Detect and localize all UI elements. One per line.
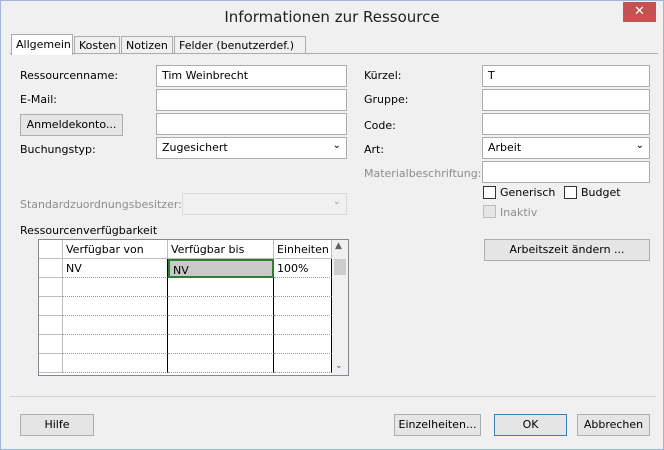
resource-name-label: Ressourcenname: bbox=[20, 69, 119, 82]
resource-info-dialog: Informationen zur Ressource ✕ Allgemein … bbox=[0, 0, 664, 450]
help-button[interactable]: Hilfe bbox=[20, 414, 94, 436]
row-header[interactable] bbox=[39, 354, 63, 373]
resource-name-input[interactable]: Tim Weinbrecht bbox=[156, 65, 347, 87]
cell-units[interactable] bbox=[274, 278, 332, 297]
booking-type-select[interactable]: Zugesichert ⌄ bbox=[156, 137, 347, 159]
cell-to[interactable] bbox=[168, 297, 274, 316]
row-header[interactable] bbox=[39, 259, 63, 278]
generic-checkbox[interactable] bbox=[483, 186, 496, 199]
table-row[interactable] bbox=[39, 354, 332, 373]
email-label: E-Mail: bbox=[20, 93, 57, 106]
booking-type-value: Zugesichert bbox=[162, 141, 228, 154]
budget-label[interactable]: Budget bbox=[581, 186, 621, 199]
availability-grid[interactable]: Verfügbar von Verfügbar bis Einheiten NV… bbox=[38, 239, 349, 376]
cell-units[interactable] bbox=[274, 354, 332, 373]
account-button[interactable]: Anmeldekonto... bbox=[20, 114, 123, 136]
cell-to[interactable]: NV bbox=[168, 259, 274, 278]
row-header[interactable] bbox=[39, 316, 63, 335]
grid-corner bbox=[39, 240, 63, 259]
tab-felder[interactable]: Felder (benutzerdef.) bbox=[174, 36, 306, 54]
cell-from[interactable] bbox=[63, 297, 168, 316]
tab-notizen[interactable]: Notizen bbox=[121, 36, 173, 54]
cell-from[interactable] bbox=[63, 354, 168, 373]
owner-select: ⌄ bbox=[182, 193, 347, 215]
type-label: Art: bbox=[364, 143, 385, 156]
chevron-down-icon: ⌄ bbox=[332, 140, 341, 151]
table-row[interactable] bbox=[39, 316, 332, 335]
generic-label[interactable]: Generisch bbox=[500, 186, 555, 199]
row-header[interactable] bbox=[39, 278, 63, 297]
type-value: Arbeit bbox=[488, 141, 522, 154]
email-input[interactable] bbox=[156, 89, 347, 111]
cell-to[interactable] bbox=[168, 335, 274, 354]
group-label: Gruppe: bbox=[364, 93, 409, 106]
material-label: Materialbeschriftung: bbox=[364, 167, 482, 180]
tab-allgemein[interactable]: Allgemein bbox=[11, 34, 73, 55]
footer-divider bbox=[10, 396, 656, 397]
cell-from[interactable] bbox=[63, 316, 168, 335]
chevron-down-icon: ⌄ bbox=[332, 196, 341, 207]
initials-label: Kürzel: bbox=[364, 69, 402, 82]
booking-type-label: Buchungstyp: bbox=[20, 143, 96, 156]
cell-units[interactable] bbox=[274, 316, 332, 335]
table-row[interactable] bbox=[39, 335, 332, 354]
grid-scrollbar[interactable]: ▲ ⌄ bbox=[332, 240, 348, 375]
col-header-to[interactable]: Verfügbar bis bbox=[168, 240, 274, 259]
code-input[interactable] bbox=[482, 113, 650, 135]
budget-checkbox[interactable] bbox=[564, 186, 577, 199]
inactive-label: Inaktiv bbox=[500, 206, 538, 219]
cell-units[interactable] bbox=[274, 335, 332, 354]
col-header-units[interactable]: Einheiten bbox=[274, 240, 332, 259]
material-input[interactable] bbox=[482, 161, 650, 183]
account-input[interactable] bbox=[156, 113, 347, 135]
change-working-time-button[interactable]: Arbeitszeit ändern ... bbox=[484, 239, 650, 261]
close-button[interactable]: ✕ bbox=[623, 2, 656, 22]
availability-label: Ressourcenverfügbarkeit bbox=[20, 224, 158, 237]
cell-units[interactable] bbox=[274, 297, 332, 316]
cell-to[interactable] bbox=[168, 316, 274, 335]
scroll-up-icon[interactable]: ▲ bbox=[335, 241, 342, 251]
col-header-from[interactable]: Verfügbar von bbox=[63, 240, 168, 259]
tab-kosten[interactable]: Kosten bbox=[74, 36, 120, 54]
type-select[interactable]: Arbeit ⌄ bbox=[482, 137, 650, 159]
scroll-thumb[interactable] bbox=[334, 259, 346, 275]
dialog-title: Informationen zur Ressource bbox=[224, 8, 440, 26]
code-label: Code: bbox=[364, 119, 396, 132]
cell-from[interactable] bbox=[63, 335, 168, 354]
scroll-down-icon[interactable]: ⌄ bbox=[335, 361, 343, 371]
group-input[interactable] bbox=[482, 89, 650, 111]
inactive-checkbox bbox=[483, 205, 496, 218]
title-bar: Informationen zur Ressource ✕ bbox=[1, 1, 663, 32]
ok-button[interactable]: OK bbox=[494, 414, 567, 436]
initials-input[interactable]: T bbox=[482, 65, 650, 87]
details-button[interactable]: Einzelheiten... bbox=[394, 414, 481, 436]
cell-units[interactable]: 100% bbox=[274, 259, 332, 278]
cell-to[interactable] bbox=[168, 354, 274, 373]
cell-from[interactable] bbox=[63, 278, 168, 297]
table-row[interactable] bbox=[39, 278, 332, 297]
table-row[interactable]: NV NV 100% bbox=[39, 259, 332, 278]
table-row[interactable] bbox=[39, 297, 332, 316]
chevron-down-icon: ⌄ bbox=[635, 140, 644, 151]
row-header[interactable] bbox=[39, 335, 63, 354]
cell-from[interactable]: NV bbox=[63, 259, 168, 278]
owner-label: Standardzuordnungsbesitzer: bbox=[20, 198, 182, 211]
row-header[interactable] bbox=[39, 297, 63, 316]
cancel-button[interactable]: Abbrechen bbox=[577, 414, 650, 436]
cell-to[interactable] bbox=[168, 278, 274, 297]
